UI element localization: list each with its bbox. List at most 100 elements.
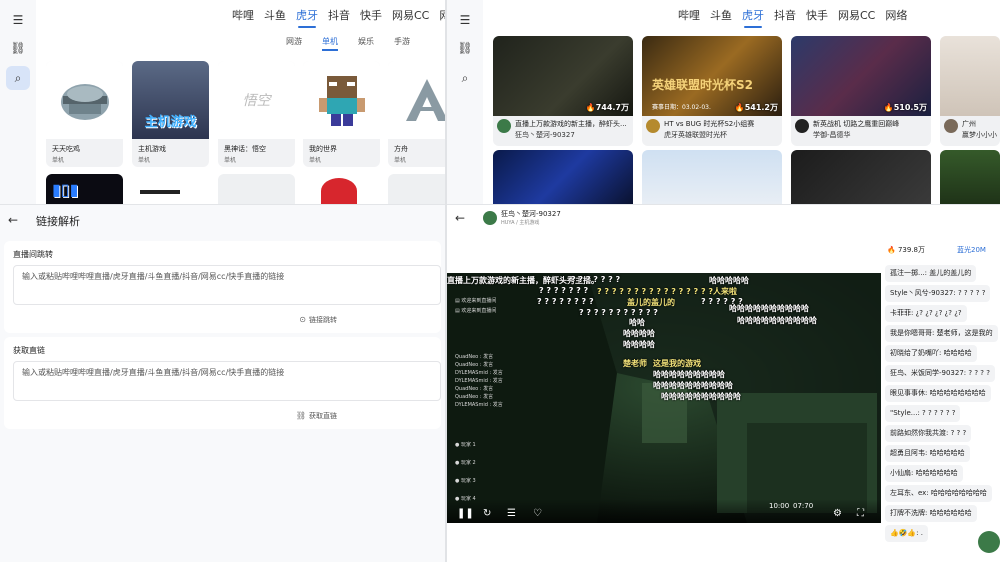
- settings-icon[interactable]: ⚙: [833, 508, 842, 519]
- tab-douyin[interactable]: 抖音: [774, 7, 796, 25]
- tab-network[interactable]: 网络: [885, 7, 907, 25]
- room-thumbnail: [940, 36, 1000, 116]
- chat-message: 卡菲菲: ¿? ¿? ¿? ¿? ¿?: [885, 305, 967, 322]
- live-room-card[interactable]: 英雄联盟时光杯S2 赛事日期：03.02-03. 🔥541.2万 HT vs B…: [642, 36, 782, 146]
- game-cover: [303, 61, 380, 139]
- tab-network[interactable]: 网络: [439, 7, 445, 25]
- tab-mobile-games[interactable]: 手游: [394, 36, 410, 47]
- game-card[interactable]: [303, 174, 380, 204]
- chat-message: 我是你嗯哥哥: 楚老师，这是我的: [885, 325, 998, 342]
- jump-button[interactable]: ⊙ 链接跳转: [299, 315, 337, 325]
- time-current: 10:00: [769, 502, 790, 510]
- jump-url-input[interactable]: 输入或粘贴哔哩哔哩直播/虎牙直播/斗鱼直播/抖音/网易cc/快手直播的链接: [13, 265, 441, 305]
- link-icon[interactable]: ⛓: [453, 36, 477, 60]
- back-arrow-icon[interactable]: ←: [455, 211, 465, 225]
- danmaku-toggle-icon[interactable]: ☰: [507, 508, 516, 519]
- tab-huya[interactable]: 虎牙: [742, 7, 764, 28]
- tab-douyin[interactable]: 抖音: [328, 7, 350, 25]
- live-room-card[interactable]: [642, 150, 782, 204]
- game-name: 方舟: [394, 145, 408, 153]
- floating-avatar-button[interactable]: [978, 531, 1000, 553]
- game-card[interactable]: 我的世界 单机: [303, 61, 380, 167]
- chat-message: 孤注一掷...: 盖儿的盖儿的: [885, 265, 977, 282]
- pause-icon[interactable]: ❚❚: [457, 508, 474, 519]
- game-cover: 悟空: [218, 61, 295, 139]
- avatar: [795, 119, 809, 133]
- game-card[interactable]: [218, 174, 295, 204]
- viewer-count: 🔥744.7万: [585, 103, 629, 112]
- direct-label: 获取直链: [13, 346, 45, 355]
- room-thumbnail: 🔥510.5万: [791, 36, 931, 116]
- game-card[interactable]: 天天吃鸡 单机: [46, 61, 123, 167]
- chat-message: 前路如然你我共渡: ? ? ?: [885, 425, 972, 442]
- chat-list[interactable]: 孤注一掷...: 盖儿的盖儿的 Style丶风兮-90327: ? ? ? ? …: [883, 259, 1000, 562]
- game-cover: [388, 61, 445, 139]
- jump-label: 直播间跳转: [13, 250, 53, 259]
- tab-douyu[interactable]: 斗鱼: [710, 7, 732, 25]
- danmaku: 哈哈哈哈哈哈哈哈哈: [653, 370, 725, 379]
- link-icon[interactable]: ⛓: [6, 36, 30, 60]
- category-tabs: 网游 单机 娱乐 手游: [286, 36, 430, 51]
- chat-message: 左耳东、ex: 哈哈哈哈哈哈哈哈: [885, 485, 992, 502]
- room-title: 广州: [962, 120, 976, 128]
- game-card[interactable]: 方舟 单机: [388, 61, 445, 167]
- game-card[interactable]: 悟空 黑神话：悟空 单机: [218, 61, 295, 167]
- tab-netease-cc[interactable]: 网易CC: [838, 7, 875, 25]
- game-cover: [46, 61, 123, 139]
- search-icon[interactable]: ⌕: [453, 66, 477, 90]
- live-room-card[interactable]: [940, 150, 1000, 204]
- fire-icon: 🔥: [734, 103, 745, 112]
- live-room-card[interactable]: [493, 150, 633, 204]
- game-card[interactable]: [388, 174, 445, 204]
- game-card[interactable]: [132, 174, 209, 204]
- danmaku: ? ? ? ? ? ? ? ? ? ? ?: [579, 308, 658, 317]
- tab-single-player[interactable]: 单机: [322, 36, 338, 51]
- search-icon[interactable]: ⌕: [6, 66, 30, 90]
- menu-icon[interactable]: ☰: [453, 8, 477, 32]
- video-player[interactable]: ▤ 欢迎来到直播间 ▤ 欢迎来到直播间 QuadNeo : 发言 QuadNeo…: [447, 273, 881, 523]
- tab-huya[interactable]: 虎牙: [296, 7, 318, 28]
- game-card[interactable]: ▮▯▮: [46, 174, 123, 204]
- live-room-card[interactable]: 广州 赢梦小小小: [940, 36, 1000, 146]
- platform-tabs: 哔哩 斗鱼 虎牙 抖音 快手 网易CC 网络: [678, 7, 917, 28]
- tab-bilibili[interactable]: 哔哩: [678, 7, 700, 25]
- fire-icon: 🔥: [883, 103, 894, 112]
- live-room-card[interactable]: 🔥510.5万 新英战机 切路之鹰重回巅峰 学御-昌德华: [791, 36, 931, 146]
- menu-icon[interactable]: ☰: [6, 8, 30, 32]
- room-title: 新英战机 切路之鹰重回巅峰: [813, 120, 900, 128]
- back-arrow-icon[interactable]: ←: [8, 213, 18, 227]
- game-card[interactable]: 主机游戏 主机游戏 单机: [132, 61, 209, 167]
- quality-selector[interactable]: 蓝光20M: [957, 245, 986, 255]
- danmaku: 哈哈哈哈哈哈哈哈哈哈: [729, 304, 809, 313]
- play-circle-icon: ⊙: [299, 315, 306, 324]
- live-room-card[interactable]: 🔥744.7万 直播上万款游戏的新主播，醉虾头... 狂鸟丶楚河-90327: [493, 36, 633, 146]
- system-message: DYLEMASmid : 发言: [455, 370, 503, 376]
- tab-douyu[interactable]: 斗鱼: [264, 7, 286, 25]
- player-pane: ← 狂鸟丶楚河-90327 HUYA / 主机游戏 ▤ 欢迎来到直播间 ▤ 欢迎…: [447, 204, 1000, 562]
- favorite-icon[interactable]: ♡: [533, 508, 542, 519]
- system-message: ▤ 欢迎来到直播间: [455, 298, 497, 304]
- game-name: 我的世界: [309, 145, 337, 153]
- time-total: 07:70: [793, 502, 814, 510]
- tab-bilibili[interactable]: 哔哩: [232, 7, 254, 25]
- tab-netease-cc[interactable]: 网易CC: [392, 7, 429, 25]
- chat-message: "Style...: ? ? ? ? ? ?: [885, 405, 961, 422]
- game-cover-art: [140, 190, 180, 194]
- room-thumbnail: 英雄联盟时光杯S2 赛事日期：03.02-03. 🔥541.2万: [642, 36, 782, 116]
- refresh-icon[interactable]: ↻: [483, 508, 491, 519]
- room-title: 直播上万款游戏的新主播，醉虾头...: [515, 120, 627, 128]
- tab-kuaishou[interactable]: 快手: [360, 7, 382, 25]
- direct-url-input[interactable]: 输入或粘贴哔哩哔哩直播/虎牙直播/斗鱼直播/抖音/网易cc/快手直播的链接: [13, 361, 441, 401]
- tab-online-games[interactable]: 网游: [286, 36, 302, 47]
- tab-entertainment[interactable]: 娱乐: [358, 36, 374, 47]
- mario-art: [321, 178, 357, 204]
- danmaku: 哈哈哈哈哈哈哈哈哈哈: [737, 316, 817, 325]
- tab-kuaishou[interactable]: 快手: [806, 7, 828, 25]
- direct-url-placeholder: 输入或粘贴哔哩哔哩直播/虎牙直播/斗鱼直播/抖音/网易cc/快手直播的链接: [22, 368, 285, 377]
- fullscreen-icon[interactable]: ⛶: [857, 508, 864, 519]
- system-message: QuadNeo : 发言: [455, 362, 494, 368]
- system-message: DYLEMASmid : 发言: [455, 402, 503, 408]
- game-category: 单机: [224, 157, 237, 164]
- direct-link-button[interactable]: ⛓ 获取直链: [296, 411, 337, 421]
- live-room-card[interactable]: [791, 150, 931, 204]
